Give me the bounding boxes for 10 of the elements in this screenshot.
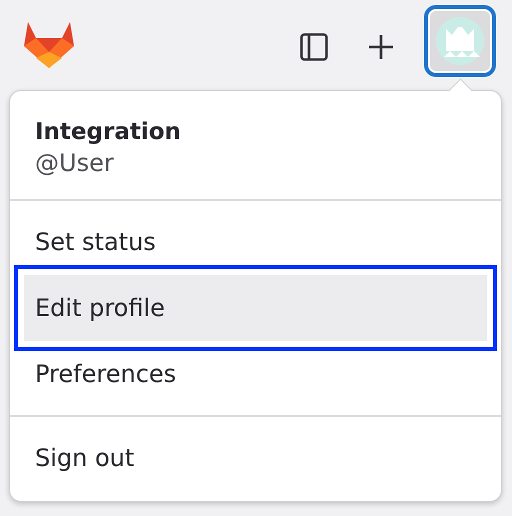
menu-item[interactable]: Set status <box>24 209 487 275</box>
user-name: Integration <box>35 118 182 147</box>
menu-item[interactable]: Sign out <box>24 425 487 491</box>
sidebar-icon[interactable] <box>300 33 328 61</box>
menu-item[interactable]: Edit profile <box>24 275 487 341</box>
plus-icon[interactable] <box>368 34 394 60</box>
fox-logo-icon[interactable] <box>24 22 74 68</box>
avatar-button[interactable] <box>424 5 496 77</box>
user-handle: @User <box>35 148 115 179</box>
menu-item[interactable]: Preferences <box>24 341 487 407</box>
